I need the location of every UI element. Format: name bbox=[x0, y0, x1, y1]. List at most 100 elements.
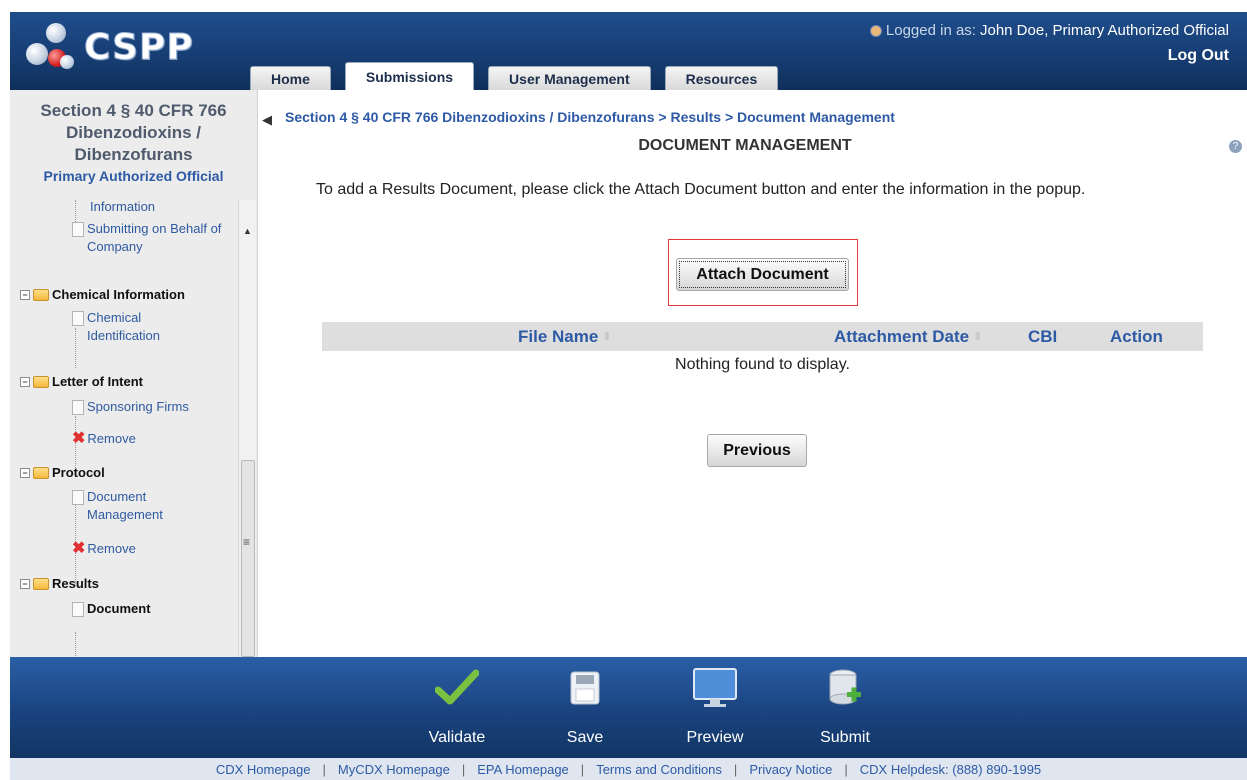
footer-links: CDX Homepage | MyCDX Homepage | EPA Home… bbox=[10, 758, 1247, 780]
sidebar-item-label: Protocol bbox=[52, 465, 105, 480]
sidebar-item-results[interactable]: − Results bbox=[20, 575, 99, 593]
sort-icon: ⇕ bbox=[973, 331, 983, 343]
sidebar-item-label: Document bbox=[87, 601, 151, 616]
main-tabs: Home Submissions User Management Resourc… bbox=[250, 62, 792, 90]
collapse-icon[interactable]: − bbox=[20, 468, 30, 478]
footer-link-cdx-homepage[interactable]: CDX Homepage bbox=[216, 762, 311, 777]
sidebar-item-label: Information bbox=[90, 199, 156, 214]
column-cbi: CBI bbox=[1028, 327, 1057, 347]
sidebar-item-label: Remove bbox=[87, 541, 136, 556]
sidebar-item-label: Submitting on Behalf of Company bbox=[87, 221, 222, 254]
sidebar-item-submitting-on-behalf[interactable]: Submitting on Behalf of Company bbox=[72, 220, 234, 256]
sidebar-item-document-management[interactable]: Document Management bbox=[72, 488, 192, 524]
app-header: CSPP Logged in as: John Doe, Primary Aut… bbox=[10, 12, 1247, 90]
save-button[interactable]: Save bbox=[545, 665, 625, 747]
sidebar-item-remove-letter[interactable]: ✖ Remove bbox=[72, 430, 136, 448]
remove-icon: ✖ bbox=[72, 540, 86, 557]
action-toolbar: Validate Save Preview Submit bbox=[10, 657, 1247, 758]
column-file-name[interactable]: File Name ⇕ bbox=[518, 327, 612, 347]
footer-link-privacy[interactable]: Privacy Notice bbox=[749, 762, 832, 777]
attach-document-button[interactable]: Attach Document bbox=[676, 258, 849, 291]
sidebar-scrollbar[interactable]: ▲ ≡ bbox=[238, 200, 256, 657]
column-label: File Name bbox=[518, 326, 599, 346]
footer-link-helpdesk[interactable]: CDX Helpdesk: (888) 890-1995 bbox=[860, 762, 1041, 777]
sidebar-item-letter-of-intent[interactable]: − Letter of Intent bbox=[20, 373, 143, 391]
document-icon bbox=[72, 222, 84, 237]
page: CSPP Logged in as: John Doe, Primary Aut… bbox=[0, 0, 1247, 780]
footer-separator: | bbox=[580, 761, 585, 777]
tool-label: Save bbox=[566, 729, 604, 746]
column-action: Action bbox=[1110, 327, 1163, 347]
sidebar-item-information[interactable]: Information bbox=[90, 198, 230, 216]
footer-separator: | bbox=[461, 761, 466, 777]
sidebar-item-label: Chemical Identification bbox=[87, 310, 160, 343]
sidebar-title-line: Section 4 § 40 CFR 766 bbox=[40, 101, 227, 120]
breadcrumb[interactable]: Section 4 § 40 CFR 766 Dibenzodioxins / … bbox=[285, 109, 895, 125]
login-user: John Doe, Primary Authorized Official bbox=[979, 22, 1229, 39]
sidebar-title: Section 4 § 40 CFR 766 Dibenzodioxins / … bbox=[10, 100, 257, 166]
collapse-icon[interactable]: − bbox=[20, 377, 30, 387]
sidebar-item-label: Results bbox=[52, 576, 99, 591]
tab-user-management[interactable]: User Management bbox=[488, 66, 651, 90]
sidebar-item-document-selected[interactable]: Document bbox=[72, 600, 151, 618]
sidebar-item-sponsoring-firms[interactable]: Sponsoring Firms bbox=[72, 398, 189, 416]
submit-button[interactable]: Submit bbox=[805, 665, 885, 747]
folder-icon bbox=[33, 289, 49, 301]
sidebar-item-label: Remove bbox=[87, 431, 136, 446]
checkmark-icon bbox=[434, 665, 480, 711]
login-prefix: Logged in as: bbox=[885, 22, 976, 39]
sidebar-item-chemical-information[interactable]: − Chemical Information bbox=[20, 286, 185, 304]
collapse-icon[interactable]: − bbox=[20, 290, 30, 300]
tab-resources[interactable]: Resources bbox=[664, 66, 779, 90]
column-label: CBI bbox=[1028, 326, 1058, 346]
footer-separator: | bbox=[322, 761, 326, 777]
instructions-text: To add a Results Document, please click … bbox=[316, 181, 1086, 198]
remove-icon: ✖ bbox=[72, 430, 86, 447]
sidebar-item-label: Sponsoring Firms bbox=[87, 399, 189, 414]
scrollbar-thumb[interactable] bbox=[241, 460, 255, 657]
folder-icon bbox=[33, 578, 49, 590]
column-label: Action bbox=[1110, 326, 1163, 346]
collapse-icon[interactable]: − bbox=[20, 579, 30, 589]
footer-separator: | bbox=[733, 761, 738, 777]
sidebar-role: Primary Authorized Official bbox=[43, 168, 224, 184]
floppy-disk-icon bbox=[562, 665, 608, 711]
footer-link-mycdx-homepage[interactable]: MyCDX Homepage bbox=[338, 762, 450, 777]
tab-submissions[interactable]: Submissions bbox=[344, 62, 475, 90]
tool-label: Validate bbox=[428, 729, 486, 746]
sidebar-item-label: Chemical Information bbox=[52, 287, 185, 302]
sidebar-item-label: Document Management bbox=[87, 489, 163, 522]
folder-icon bbox=[33, 376, 49, 388]
sidebar-item-protocol[interactable]: − Protocol bbox=[20, 464, 105, 482]
sidebar-title-line: Dibenzodioxins / bbox=[65, 123, 202, 142]
preview-button[interactable]: Preview bbox=[675, 665, 755, 747]
column-attachment-date[interactable]: Attachment Date ⇕ bbox=[834, 327, 982, 347]
sidebar-title-line: Dibenzofurans bbox=[74, 145, 193, 164]
documents-table-header: File Name ⇕ Attachment Date ⇕ CBI Action bbox=[322, 322, 1203, 351]
monitor-icon bbox=[692, 665, 738, 711]
user-icon bbox=[869, 24, 882, 37]
previous-button[interactable]: Previous bbox=[707, 434, 807, 467]
footer-link-terms[interactable]: Terms and Conditions bbox=[596, 762, 722, 777]
validate-button[interactable]: Validate bbox=[417, 665, 497, 747]
scroll-up-icon[interactable]: ▲ bbox=[243, 226, 252, 236]
sidebar-item-remove-protocol[interactable]: ✖ Remove bbox=[72, 540, 136, 558]
collapse-sidebar-icon[interactable]: ◀ bbox=[262, 112, 272, 128]
logout-link[interactable]: Log Out bbox=[1168, 47, 1229, 65]
footer-separator: | bbox=[844, 761, 848, 777]
navigation-sidebar: Section 4 § 40 CFR 766 Dibenzodioxins / … bbox=[10, 90, 258, 657]
document-icon bbox=[72, 400, 84, 415]
document-icon bbox=[72, 490, 84, 505]
database-add-icon bbox=[822, 665, 868, 711]
tab-home[interactable]: Home bbox=[250, 66, 331, 90]
sidebar-item-chemical-identification[interactable]: Chemical Identification bbox=[72, 309, 192, 345]
help-icon[interactable]: ? bbox=[1229, 140, 1242, 153]
cspp-logo[interactable]: CSPP bbox=[24, 18, 194, 76]
login-status: Logged in as: John Doe, Primary Authoriz… bbox=[869, 22, 1229, 39]
footer-link-epa-homepage[interactable]: EPA Homepage bbox=[477, 762, 569, 777]
tool-label: Submit bbox=[820, 729, 870, 746]
logo-text: CSPP bbox=[84, 26, 194, 68]
tool-label: Preview bbox=[686, 729, 744, 746]
page-title: DOCUMENT MANAGEMENT bbox=[638, 137, 852, 154]
sort-icon: ⇕ bbox=[602, 331, 612, 343]
